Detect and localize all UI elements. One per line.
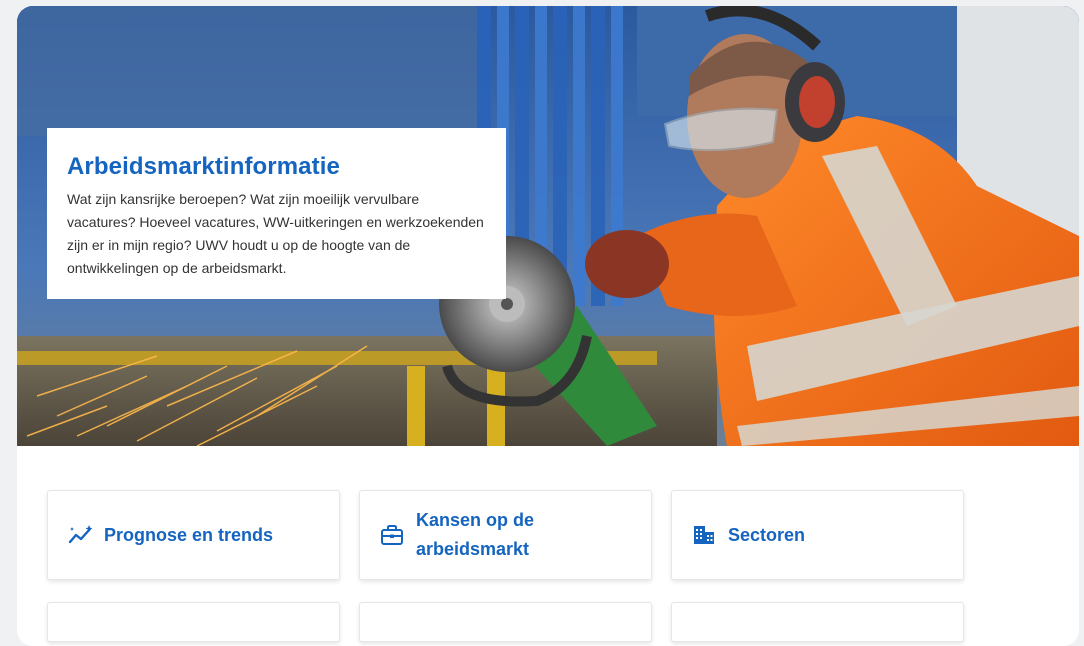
tile-prognose-en-trends[interactable]: Prognose en trends	[47, 490, 340, 580]
tile-row2-3[interactable]	[671, 602, 964, 642]
hero-description: Wat zijn kansrijke beroepen? Wat zijn mo…	[67, 191, 484, 276]
tile-kansen-op-de-arbeidsmarkt[interactable]: Kansen op de arbeidsmarkt	[359, 490, 652, 580]
hero-image: Arbeidsmarktinformatie Wat zijn kansrijk…	[17, 6, 1079, 446]
tile-row2-1[interactable]	[47, 602, 340, 642]
trend-sparkle-icon	[68, 521, 96, 549]
tile-row2-2[interactable]	[359, 602, 652, 642]
buildings-icon	[692, 521, 720, 549]
content-card: Arbeidsmarktinformatie Wat zijn kansrijk…	[17, 6, 1079, 646]
tile-label: Sectoren	[728, 524, 806, 545]
page-title: Arbeidsmarktinformatie	[67, 153, 340, 180]
tile-sectoren[interactable]: Sectoren	[671, 490, 964, 580]
briefcase-icon	[380, 521, 408, 549]
tile-label: Prognose en trends	[104, 524, 274, 545]
hero-intro-box: Arbeidsmarktinformatie Wat zijn kansrijk…	[47, 128, 506, 299]
tile-label: Kansen op de arbeidsmarkt	[416, 510, 535, 559]
